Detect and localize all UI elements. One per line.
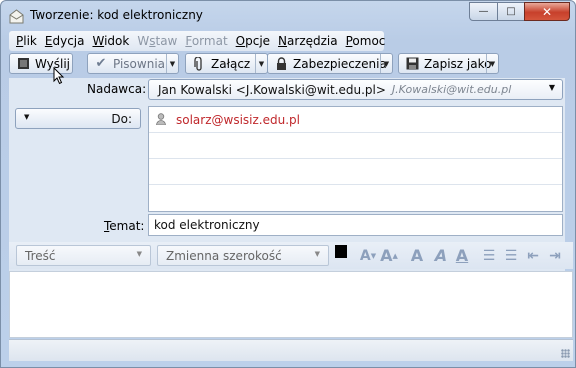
minimize-icon: — bbox=[478, 6, 489, 17]
maximize-icon: □ bbox=[506, 6, 516, 17]
recipient-row[interactable] bbox=[149, 185, 562, 211]
subject-label-text: emat: bbox=[109, 219, 145, 233]
save-as-button[interactable]: Zapisz jako ▼ bbox=[398, 53, 499, 74]
mouse-cursor-icon bbox=[53, 67, 65, 85]
recipient-list[interactable]: solarz@wsisiz.edu.pl bbox=[148, 106, 563, 212]
menu-wstaw[interactable]: Wstaw bbox=[133, 34, 181, 48]
message-body-editor[interactable] bbox=[9, 271, 573, 338]
bullet-list-icon[interactable]: ☰ bbox=[481, 246, 497, 265]
spell-dropdown-icon[interactable]: ▼ bbox=[166, 54, 178, 73]
italic-icon[interactable]: A bbox=[434, 246, 448, 265]
menu-pomoc[interactable]: Pomoc bbox=[342, 34, 390, 48]
close-icon: ✕ bbox=[541, 4, 553, 19]
font-smaller-icon[interactable]: A ▼ bbox=[359, 246, 377, 265]
foreground-color-icon bbox=[335, 245, 347, 258]
checkmark-icon: ✔ bbox=[95, 56, 107, 71]
menu-widok[interactable]: Widok bbox=[88, 34, 133, 48]
to-label: Do: bbox=[111, 112, 132, 126]
menu-plik[interactable]: Plik bbox=[12, 34, 41, 48]
save-dropdown-icon[interactable]: ▼ bbox=[486, 54, 498, 73]
chevron-down-icon: ▼ bbox=[136, 250, 142, 258]
menu-opcje[interactable]: Opcje bbox=[232, 34, 274, 48]
close-button[interactable]: ✕ bbox=[524, 2, 570, 21]
font-larger-icon[interactable]: A ▲ bbox=[380, 246, 398, 265]
menu-edycja[interactable]: Edycja bbox=[41, 34, 89, 48]
paragraph-format-select[interactable]: Treść ▼ bbox=[16, 245, 151, 266]
resize-grip-icon[interactable] bbox=[561, 349, 570, 358]
to-type-dropdown[interactable]: ▼ Do: bbox=[15, 108, 141, 129]
person-icon bbox=[156, 113, 166, 125]
paragraph-format-value: Treść bbox=[25, 248, 56, 263]
outdent-icon[interactable]: ⇤ bbox=[525, 246, 541, 265]
subject-input[interactable]: kod elektroniczny bbox=[148, 214, 563, 236]
numbered-list-icon[interactable]: ☰ bbox=[503, 246, 519, 265]
title-bar[interactable]: Tworzenie: kod elektroniczny — □ ✕ bbox=[1, 1, 575, 31]
underline-icon[interactable]: A bbox=[455, 246, 469, 265]
sender-select[interactable]: Jan Kowalski <J.Kowalski@wit.edu.pl> J.K… bbox=[148, 79, 563, 100]
recipient-row[interactable] bbox=[149, 133, 562, 159]
recipient-address[interactable]: solarz@wsisiz.edu.pl bbox=[176, 113, 300, 127]
menu-narzedzia[interactable]: Narzędzia bbox=[274, 34, 342, 48]
sender-account: J.Kowalski@wit.edu.pl bbox=[391, 83, 512, 96]
font-select[interactable]: Zmienna szerokość ▼ bbox=[157, 245, 329, 266]
sender-label: Nadawca: bbox=[87, 82, 147, 96]
bold-icon[interactable]: A bbox=[410, 246, 424, 265]
main-toolbar: Wyślij ✔ Pisownia ▼ Załącz ▼ Zabezpiecze… bbox=[9, 52, 573, 75]
attach-dropdown-icon[interactable]: ▼ bbox=[255, 54, 267, 73]
format-toolbar: Treść ▼ Zmienna szerokość ▼ A ▼ A ▲ A A A … bbox=[9, 242, 573, 269]
security-label: Zabezpieczenia bbox=[293, 56, 387, 71]
spell-label: Pisownia bbox=[113, 56, 166, 71]
sender-name: Jan Kowalski <J.Kowalski@wit.edu.pl> bbox=[158, 82, 386, 97]
status-bar bbox=[9, 339, 573, 361]
menu-format[interactable]: Format bbox=[181, 34, 231, 48]
paperclip-icon bbox=[192, 56, 206, 71]
menu-bar: Plik Edycja Widok Wstaw Format Opcje Nar… bbox=[9, 31, 385, 51]
envelope-edit-icon bbox=[9, 9, 24, 24]
chevron-down-icon: ▼ bbox=[314, 250, 320, 258]
attach-label: Załącz bbox=[211, 56, 251, 71]
subject-label: Temat: bbox=[104, 219, 145, 233]
send-icon bbox=[16, 57, 30, 71]
security-dropdown-icon[interactable]: ▼ bbox=[380, 54, 392, 73]
minimize-button[interactable]: — bbox=[469, 2, 498, 21]
spell-button[interactable]: ✔ Pisownia ▼ bbox=[87, 53, 179, 74]
chevron-down-icon: ▼ bbox=[24, 113, 30, 121]
chevron-down-icon: ▼ bbox=[548, 83, 555, 92]
recipient-row[interactable] bbox=[149, 159, 562, 185]
save-icon bbox=[405, 57, 419, 71]
text-color-picker[interactable] bbox=[335, 245, 355, 266]
window-title: Tworzenie: kod elektroniczny bbox=[30, 8, 203, 22]
security-button[interactable]: Zabezpieczenia ▼ bbox=[267, 53, 393, 74]
recipient-row[interactable]: solarz@wsisiz.edu.pl bbox=[149, 107, 562, 133]
maximize-button[interactable]: □ bbox=[497, 2, 525, 21]
attach-button[interactable]: Załącz ▼ bbox=[185, 53, 268, 74]
font-value: Zmienna szerokość bbox=[166, 248, 282, 263]
lock-icon bbox=[274, 57, 288, 71]
save-label: Zapisz jako bbox=[424, 56, 492, 71]
compose-window: Tworzenie: kod elektroniczny — □ ✕ Plik … bbox=[0, 0, 576, 368]
indent-icon[interactable]: ⇥ bbox=[547, 246, 563, 265]
